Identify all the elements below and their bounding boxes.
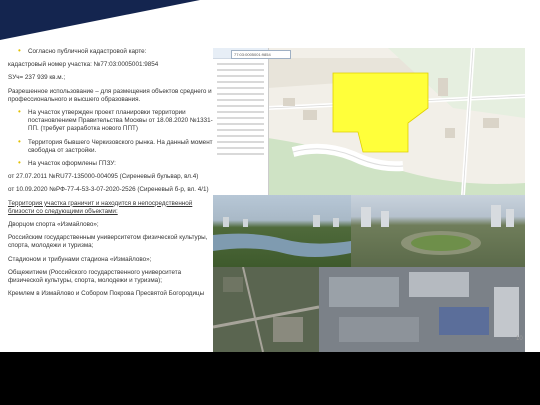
permitted-use: Разрешенное использование – для размещен… [8, 87, 212, 103]
gpzu-item: от 27.07.2011 №RU77-135000-004095 (Сирен… [8, 173, 199, 181]
map-sidebar [213, 48, 269, 195]
aerial-satellite-drawing [213, 267, 319, 352]
neighbor-item: Общежитием (Российского государственного… [8, 268, 182, 285]
aerial-stadium-drawing [361, 205, 514, 255]
aerial-photo-stadium [351, 195, 525, 267]
neighbor-item: Российским государственным университетом… [8, 234, 208, 250]
gpzu-item: от 10.09.2020 №РФ-77-4-53-3-07-2020-2526… [8, 186, 209, 194]
corner-decoration [0, 0, 200, 40]
text-column: Согласно публичной кадастровой карте: ка… [8, 47, 213, 303]
aerial-photo-market [319, 267, 525, 352]
map-search-text: 77:03:0005001:9854 [234, 52, 271, 57]
neighbor-item: Стадионом и трибунами стадиона «Измайлов… [8, 255, 152, 263]
aerial-photo-river [213, 195, 351, 267]
neighbor-item: Кремлем в Измайлово и Собором Покрова Пр… [8, 290, 205, 298]
image-collage: 77:03:0005001:9854 [213, 48, 525, 352]
map-search-input[interactable]: 77:03:0005001:9854 [231, 50, 291, 59]
cadastral-number: кадастровый номер участка: №77:03:000500… [8, 61, 159, 69]
neighbor-item: Дворцом спорта «Измайлово»; [8, 221, 99, 229]
page-number: 10 [516, 336, 523, 342]
slide: Согласно публичной кадастровой карте: ка… [0, 0, 540, 352]
aerial-river-drawing [213, 215, 351, 257]
neighbors-heading: Территория участка граничит и находится … [8, 199, 193, 215]
aerial-market-drawing [319, 267, 525, 352]
cadastral-map: 77:03:0005001:9854 [213, 48, 525, 195]
gpzu-heading: На участок оформлены ГПЗУ: [8, 159, 213, 168]
plot-area: SУч= 237 939 кв.м.; [8, 74, 66, 82]
aerial-photo-satellite [213, 267, 319, 352]
planning-project: На участок утвержден проект планировки т… [8, 108, 213, 134]
market-territory: Территория бывшего Черкизовского рынка. … [8, 138, 213, 155]
cadastre-intro: Согласно публичной кадастровой карте: [8, 47, 213, 56]
